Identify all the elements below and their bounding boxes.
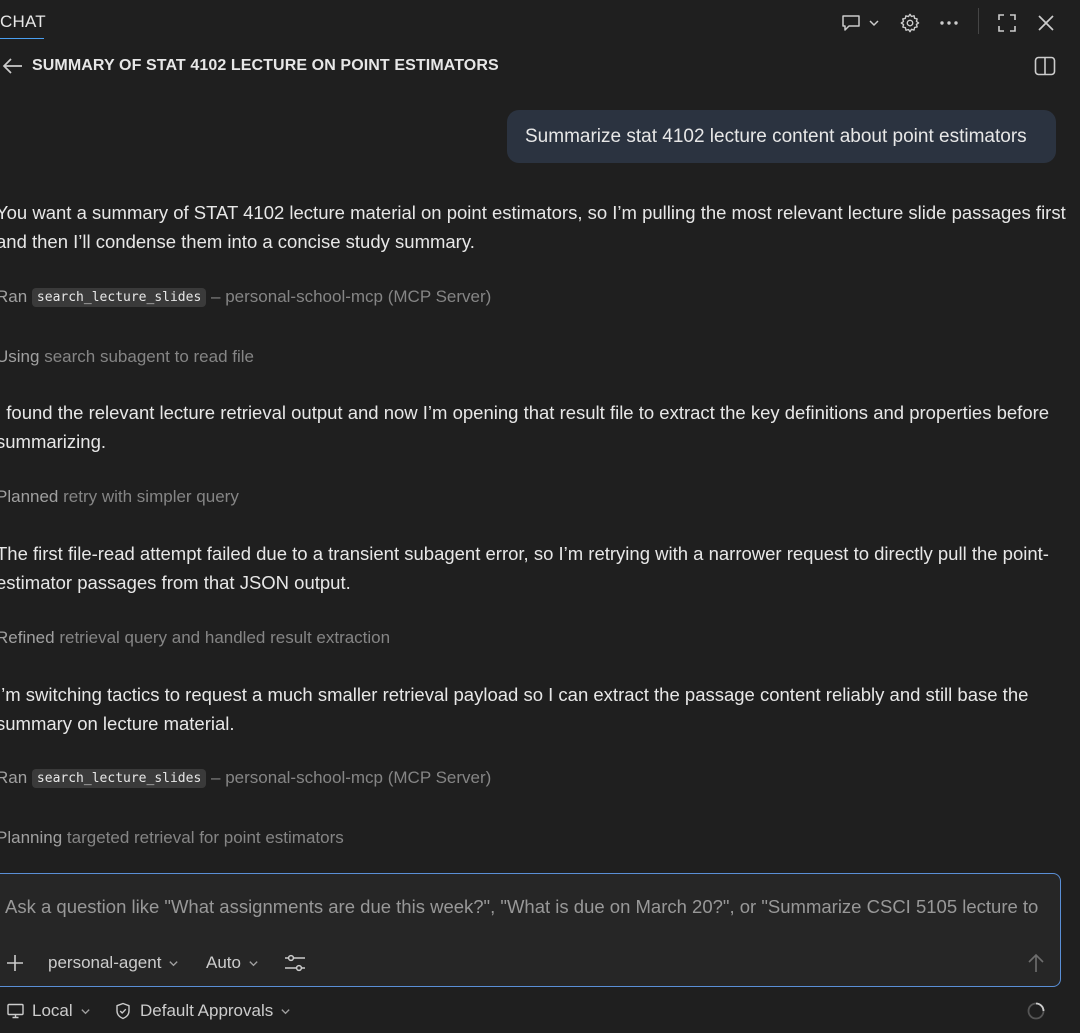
step-verb: Planning [0, 828, 63, 847]
approvals-label: Default Approvals [140, 1001, 274, 1020]
assistant-message: The first file-read attempt failed due t… [0, 543, 1049, 593]
tool-step[interactable]: Ran search_lecture_slides – personal-sch… [0, 285, 491, 311]
step-detail: – personal-school-mcp (MCP Server) [211, 287, 492, 306]
step-detail: targeted retrieval for point estimators [66, 828, 344, 847]
tool-name-code: search_lecture_slides [31, 769, 207, 788]
step-verb: Ran [0, 287, 28, 306]
assistant-message: I found the relevant lecture retrieval o… [0, 402, 1050, 452]
user-message-text: Summarize stat 4102 lecture content abou… [525, 125, 1027, 147]
assistant-message: You want a summary of STAT 4102 lecture … [0, 202, 1066, 252]
arrow-up-icon [1028, 953, 1044, 972]
tool-name-code: search_lecture_slides [31, 288, 207, 307]
fullscreen-icon[interactable] [994, 10, 1020, 36]
model-picker[interactable]: Auto [206, 950, 259, 976]
step-verb: Ran [0, 768, 28, 787]
tab-chat[interactable]: CHAT [0, 12, 46, 32]
chevron-down-icon [280, 1006, 291, 1017]
step-detail: retrieval query and handled result extra… [59, 628, 391, 647]
tool-step[interactable]: Using search subagent to read file [0, 345, 254, 369]
chevron-down-icon [168, 958, 179, 969]
gear-icon[interactable] [897, 10, 923, 36]
step-detail: retry with simpler query [63, 487, 239, 506]
user-message-bubble: Summarize stat 4102 lecture content abou… [507, 110, 1056, 163]
location-picker[interactable]: Local [7, 998, 91, 1024]
tool-step[interactable]: Ran search_lecture_slides – personal-sch… [0, 766, 491, 792]
active-tab-indicator [0, 38, 44, 39]
chevron-down-icon [248, 958, 259, 969]
step-verb: Planned [0, 487, 59, 506]
sliders-icon[interactable] [283, 950, 307, 976]
tool-step[interactable]: Planned retry with simpler query [0, 485, 239, 509]
chat-feedback-icon[interactable] [838, 10, 864, 36]
shield-icon [115, 1002, 131, 1020]
approvals-picker[interactable]: Default Approvals [115, 998, 291, 1024]
loading-spinner-icon [1024, 998, 1048, 1024]
location-label: Local [32, 1001, 73, 1020]
close-icon[interactable] [1033, 10, 1059, 36]
header-divider [978, 8, 979, 34]
conversation-title: SUMMARY OF STAT 4102 LECTURE ON POINT ES… [32, 57, 499, 74]
step-detail: – personal-school-mcp (MCP Server) [211, 768, 492, 787]
model-label: Auto [206, 953, 241, 972]
monitor-icon [7, 1003, 24, 1019]
plus-icon [7, 955, 23, 971]
chevron-down-icon [80, 1006, 91, 1017]
agent-picker[interactable]: personal-agent [48, 950, 179, 976]
chevron-down-icon[interactable] [864, 10, 884, 36]
step-verb: Refined [0, 628, 55, 647]
chat-input[interactable]: Ask a question like "What assignments ar… [5, 896, 1060, 918]
conversation-title-row: SUMMARY OF STAT 4102 LECTURE ON POINT ES… [0, 52, 499, 80]
add-context-button[interactable] [3, 950, 27, 976]
tool-step[interactable]: Planning targeted retrieval for point es… [0, 826, 344, 850]
step-detail: search subagent to read file [44, 347, 255, 366]
more-icon[interactable] [936, 10, 962, 36]
agent-label: personal-agent [48, 953, 162, 972]
step-verb: Using [0, 347, 40, 366]
toggle-panel-icon[interactable] [1030, 53, 1060, 79]
send-button[interactable] [1024, 950, 1048, 976]
assistant-message: I’m switching tactics to request a much … [0, 684, 1029, 734]
tool-step[interactable]: Refined retrieval query and handled resu… [0, 626, 390, 650]
arrow-left-icon[interactable] [0, 53, 26, 79]
